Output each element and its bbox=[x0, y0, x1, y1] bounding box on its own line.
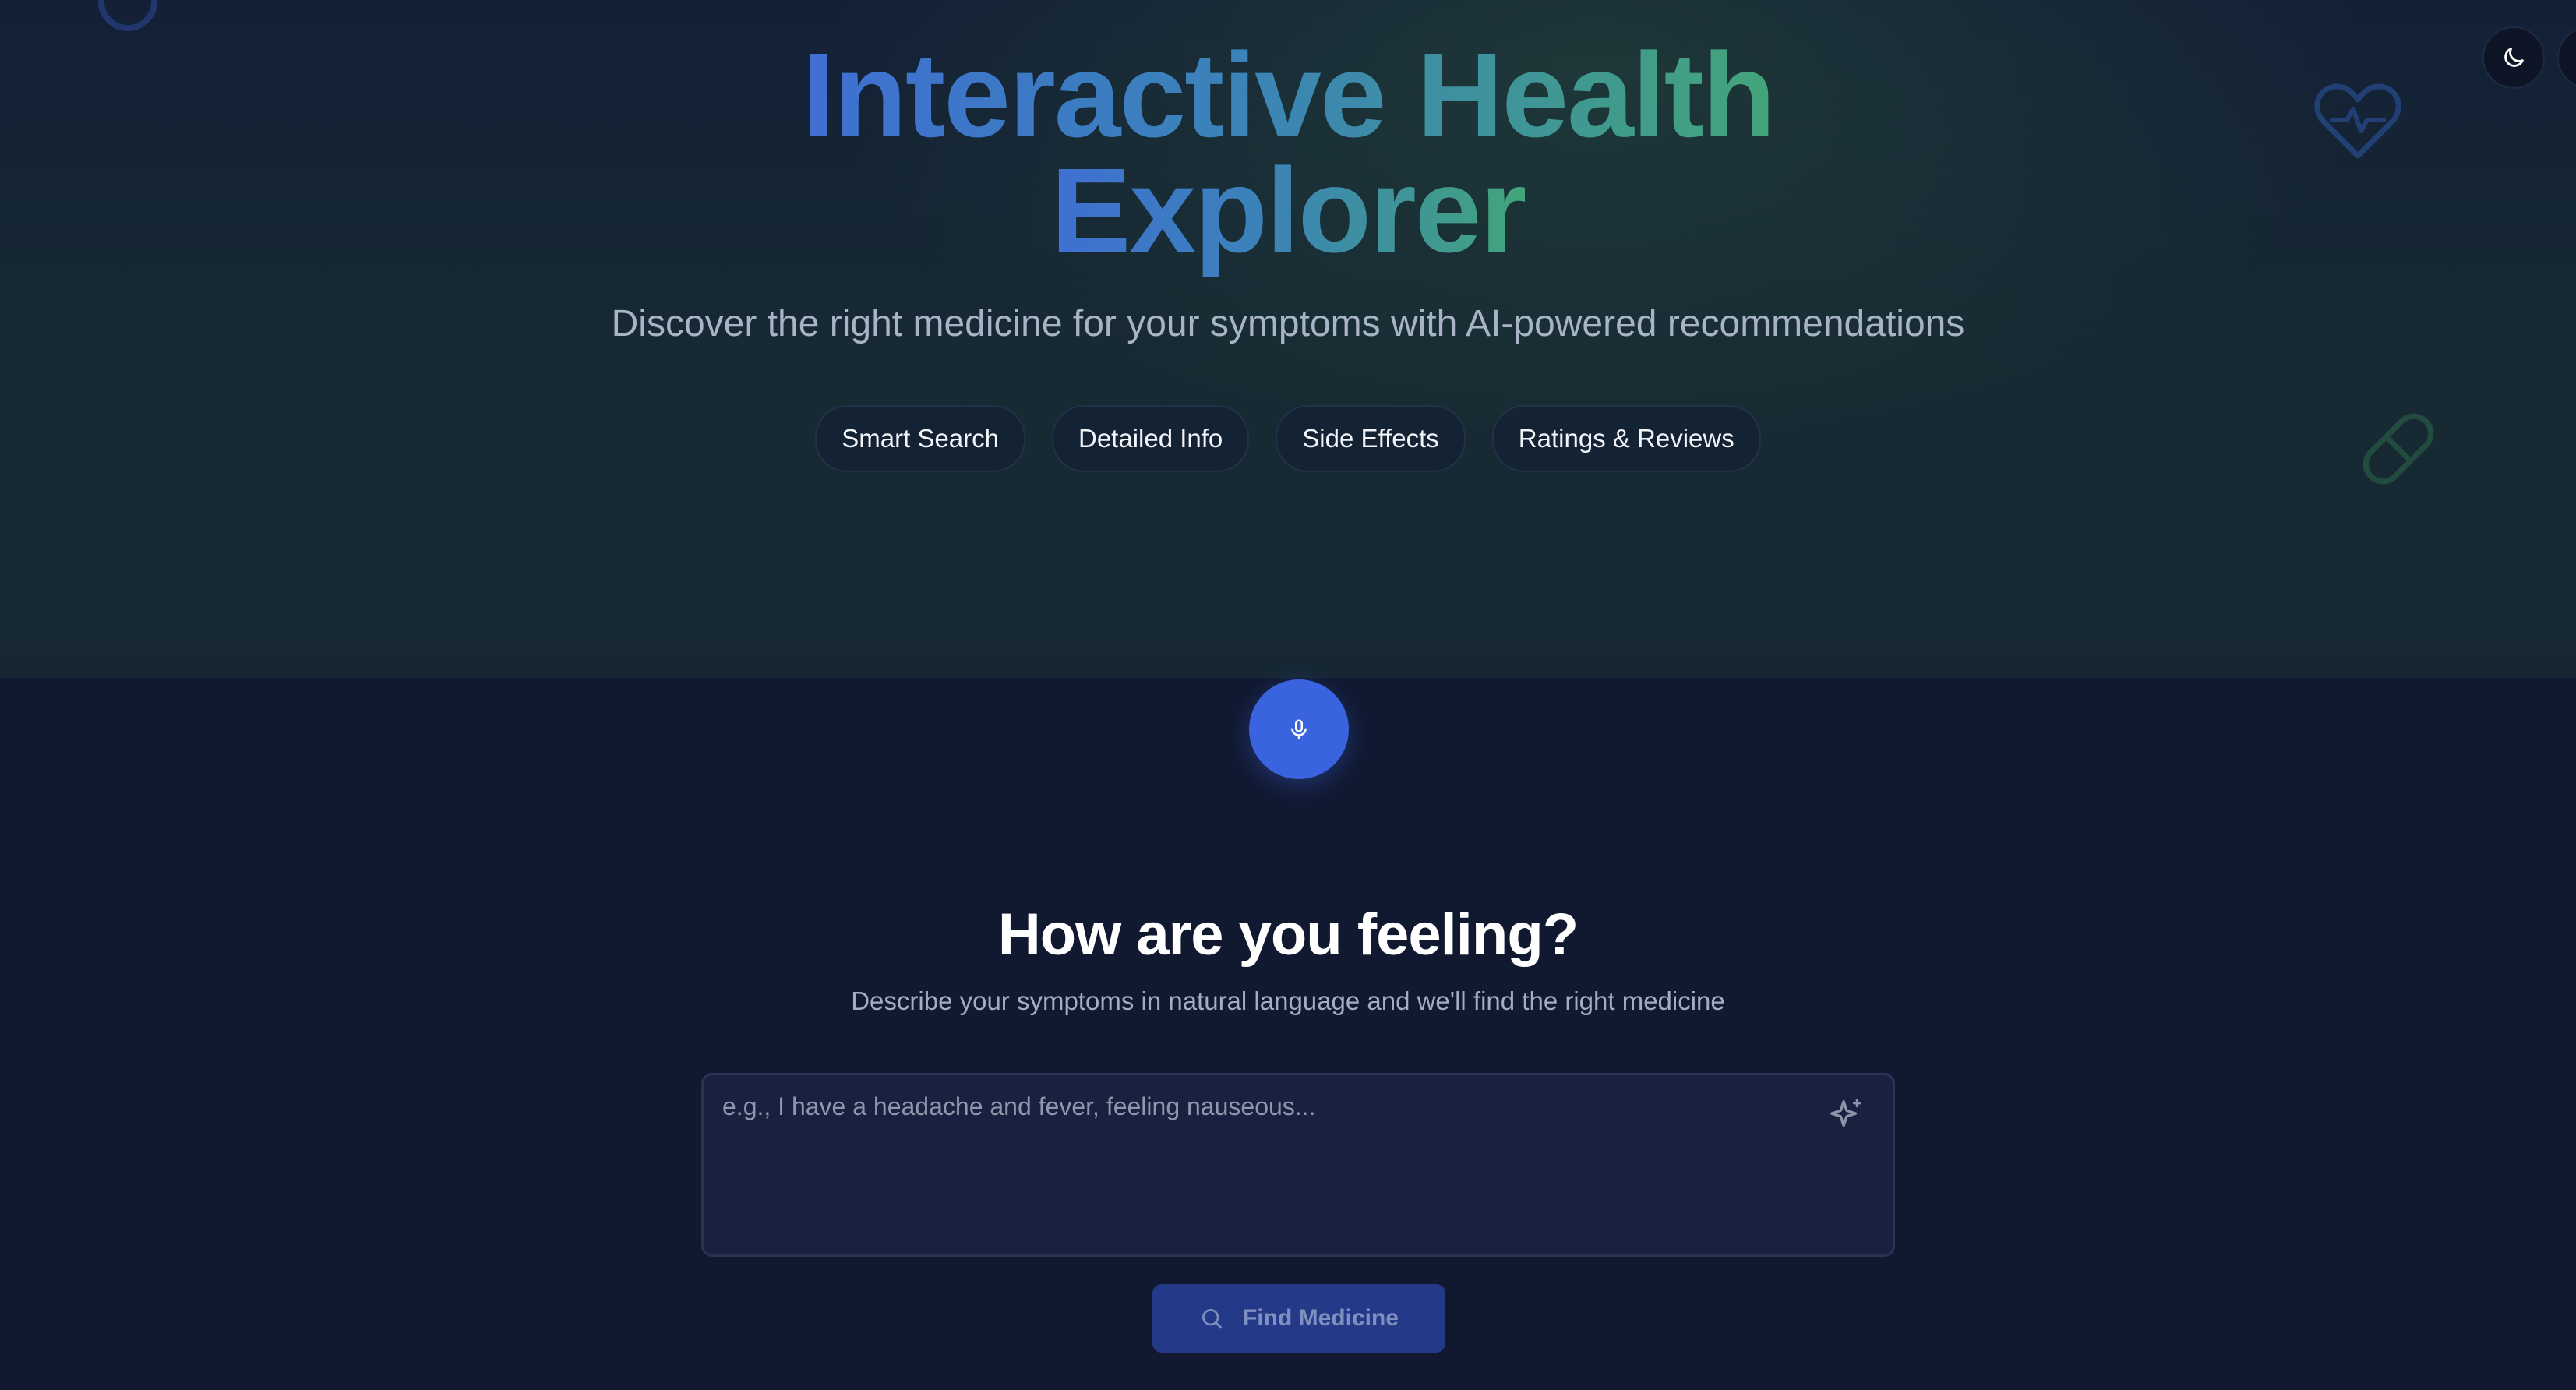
moon-icon bbox=[2504, 48, 2524, 67]
symptoms-input[interactable] bbox=[704, 1075, 1893, 1254]
hero-section: Interactive Health Explorer Discover the… bbox=[0, 0, 2576, 678]
find-medicine-label: Find Medicine bbox=[1242, 1305, 1399, 1331]
chip-side-effects[interactable]: Side Effects bbox=[1276, 405, 1466, 472]
symptoms-input-container bbox=[701, 1073, 1895, 1257]
microphone-icon bbox=[1291, 719, 1307, 739]
search-icon bbox=[1202, 1309, 1223, 1329]
find-medicine-button[interactable]: Find Medicine bbox=[1152, 1284, 1445, 1353]
ring-icon bbox=[98, 0, 157, 31]
sparkle-icon[interactable] bbox=[1829, 1097, 1865, 1133]
chip-detailed-info[interactable]: Detailed Info bbox=[1052, 405, 1250, 472]
theme-toggle-button[interactable] bbox=[2482, 26, 2545, 89]
voice-input-button[interactable] bbox=[1249, 679, 1349, 779]
title-line-2: Explorer bbox=[1050, 143, 1527, 277]
title-line-1: Interactive Health bbox=[802, 28, 1776, 162]
chip-smart-search[interactable]: Smart Search bbox=[815, 405, 1025, 472]
chip-ratings-reviews[interactable]: Ratings & Reviews bbox=[1491, 405, 1761, 472]
page-title: Interactive Health Explorer bbox=[0, 35, 2576, 270]
symptoms-description: Describe your symptoms in natural langua… bbox=[851, 986, 1725, 1015]
feature-chips: Smart Search Detailed Info Side Effects … bbox=[0, 405, 2576, 472]
symptoms-heading: How are you feeling? bbox=[997, 901, 1579, 968]
page-subtitle: Discover the right medicine for your sym… bbox=[611, 303, 1965, 344]
